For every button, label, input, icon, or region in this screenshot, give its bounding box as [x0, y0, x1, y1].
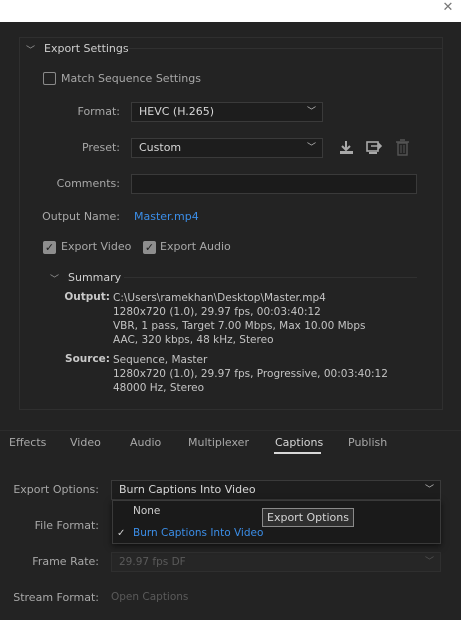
match-sequence-checkbox[interactable] [43, 72, 56, 85]
tab-effects[interactable]: Effects [9, 436, 46, 449]
chevron-down-icon: ﹀ [424, 557, 434, 567]
summary-line: 1280x720 (1.0), 29.97 fps, 00:03:40:12 [113, 306, 321, 318]
chevron-down-icon: ﹀ [306, 107, 316, 117]
divider [124, 277, 417, 278]
export-audio-checkbox[interactable] [143, 241, 156, 254]
preset-dropdown[interactable]: Custom ﹀ [131, 138, 323, 158]
summary-line: Sequence, Master [113, 354, 208, 366]
preset-label: Preset: [81, 141, 120, 154]
active-tab-indicator [274, 452, 321, 454]
stream-format-value: Open Captions [111, 591, 189, 603]
output-name-label: Output Name: [42, 210, 120, 223]
export-video-label: Export Video [61, 240, 132, 253]
comments-label: Comments: [56, 177, 120, 190]
frame-rate-label: Frame Rate: [32, 555, 99, 568]
output-name-link[interactable]: Master.mp4 [134, 210, 199, 223]
export-audio-label: Export Audio [160, 240, 231, 253]
source-summary: Sequence, Master 1280x720 (1.0), 29.97 f… [113, 353, 388, 395]
match-sequence-label: Match Sequence Settings [61, 72, 201, 85]
format-dropdown[interactable]: HEVC (H.265) ﹀ [131, 102, 323, 122]
summary-line: C:\Users\ramekhan\Desktop\Master.mp4 [113, 292, 326, 304]
format-value: HEVC (H.265) [139, 105, 215, 118]
frame-rate-dropdown: 29.97 fps DF ﹀ [111, 552, 441, 572]
close-icon[interactable]: ✕ [441, 1, 455, 15]
menu-item-none[interactable]: None [133, 505, 160, 517]
output-summary-label: Output: [64, 291, 110, 303]
export-options-dropdown[interactable]: Burn Captions Into Video ﹀ [111, 480, 441, 500]
chevron-down-icon[interactable]: ﹀ [26, 43, 35, 56]
chevron-down-icon: ﹀ [424, 485, 434, 495]
frame-rate-value: 29.97 fps DF [119, 556, 186, 568]
tab-captions[interactable]: Captions [275, 436, 323, 449]
export-options-value: Burn Captions Into Video [119, 483, 256, 496]
import-preset-icon[interactable] [365, 139, 383, 156]
chevron-down-icon[interactable]: ﹀ [50, 272, 59, 285]
summary-title: Summary [68, 271, 122, 284]
export-options-label: Export Options: [13, 483, 99, 496]
tab-video[interactable]: Video [70, 436, 101, 449]
file-format-label: File Format: [34, 519, 99, 532]
divider [125, 48, 443, 49]
tab-publish[interactable]: Publish [348, 436, 387, 449]
export-video-checkbox[interactable] [43, 241, 56, 254]
chevron-down-icon: ﹀ [306, 143, 316, 153]
summary-line: AAC, 320 kbps, 48 kHz, Stereo [113, 334, 274, 346]
checkmark-icon: ✓ [117, 528, 126, 539]
tab-multiplexer[interactable]: Multiplexer [188, 436, 249, 449]
menu-item-burn-captions[interactable]: Burn Captions Into Video [133, 527, 263, 539]
tooltip: Export Options [262, 508, 354, 527]
preset-value: Custom [139, 141, 182, 154]
section-title: Export Settings [44, 42, 129, 55]
window-bottom-bar [0, 620, 461, 626]
window-top-bar [0, 0, 461, 22]
delete-preset-icon[interactable] [395, 139, 410, 156]
comments-field[interactable] [131, 174, 417, 194]
format-label: Format: [77, 105, 120, 118]
stream-format-label: Stream Format: [13, 591, 99, 604]
save-preset-icon[interactable] [338, 139, 355, 156]
source-summary-label: Source: [65, 353, 110, 365]
output-summary: C:\Users\ramekhan\Desktop\Master.mp4 128… [113, 291, 365, 347]
tab-audio[interactable]: Audio [130, 436, 161, 449]
summary-line: VBR, 1 pass, Target 7.00 Mbps, Max 10.00… [113, 320, 366, 332]
summary-line: 1280x720 (1.0), 29.97 fps, Progressive, … [113, 368, 388, 380]
summary-line: 48000 Hz, Stereo [113, 382, 205, 394]
